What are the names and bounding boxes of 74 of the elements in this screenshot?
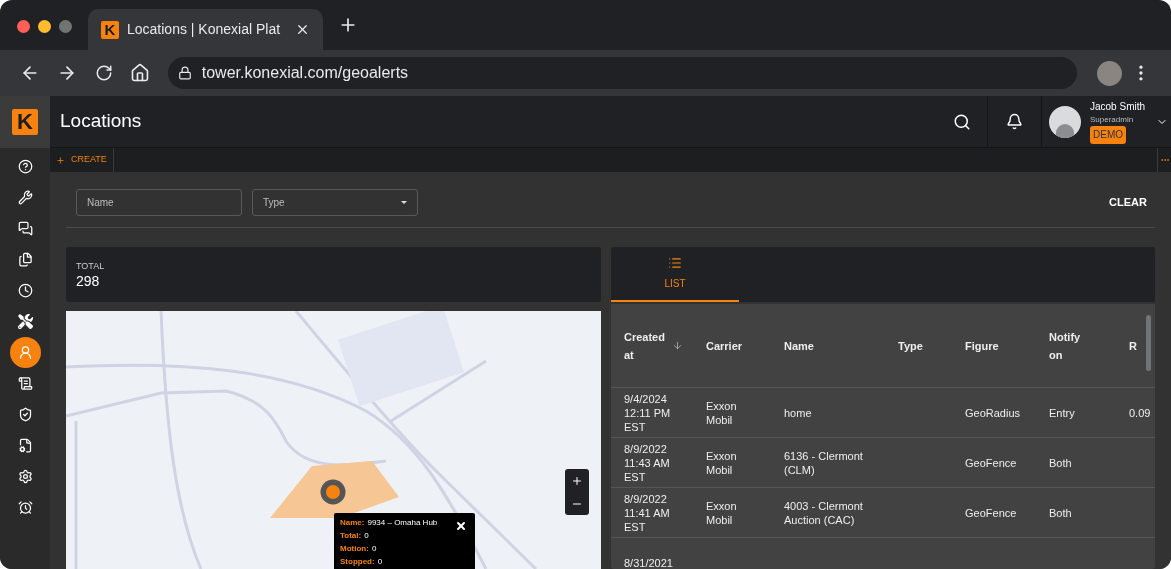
popup-value: 0: [377, 556, 383, 568]
help-icon: [17, 159, 33, 174]
address-bar[interactable]: tower.konexial.com/geoalerts: [167, 57, 1078, 89]
dropdown-caret-icon: [401, 201, 407, 204]
profile-avatar[interactable]: [1097, 60, 1123, 86]
popup-label: Motion:: [340, 543, 369, 555]
popup-label: Total:: [340, 530, 362, 542]
table-cell-text: Both: [1049, 505, 1073, 520]
sort-arrow-icon[interactable]: [672, 340, 683, 351]
notifications-icon[interactable]: [1006, 113, 1023, 130]
user-avatar[interactable]: [1049, 105, 1081, 138]
location-marker-icon: [320, 479, 346, 505]
chat-icon: [17, 221, 33, 236]
zoom-in-icon[interactable]: [571, 474, 583, 487]
table-cell-text: GeoRadius: [965, 405, 1022, 420]
home-icon[interactable]: [129, 63, 150, 83]
table-cell-text: 6136 - Clermont (CLM): [784, 448, 864, 477]
table-cell-text: GeoFence: [965, 505, 1018, 520]
column-header[interactable]: Name: [784, 336, 828, 355]
favicon-logo: K: [101, 20, 119, 39]
column-header[interactable]: Figure: [965, 336, 1009, 355]
tab-title: Locations | Konexial Plat: [127, 20, 281, 39]
popup-value: 0: [371, 543, 377, 555]
browser-tab[interactable]: K Locations | Konexial Plat: [88, 9, 323, 50]
lock-icon: [177, 66, 192, 80]
table-cell-text: GeoFence: [965, 455, 1018, 470]
table-cell-text: 8/31/2021: [624, 555, 674, 569]
sidebar-item[interactable]: [9, 337, 41, 368]
table-cell-text: 4003 - Clermont Auction (CAC): [784, 498, 864, 527]
url-text: tower.konexial.com/geoalerts: [201, 63, 409, 83]
total-label: TOTAL: [76, 259, 106, 272]
column-header[interactable]: Carrier: [706, 336, 750, 355]
demo-badge: DEMO: [1090, 125, 1126, 144]
reload-icon[interactable]: [94, 64, 113, 82]
page-title: Locations: [60, 109, 142, 134]
table-cell-text: Exxon Mobil: [706, 448, 738, 477]
scrollbar-thumb[interactable]: [1146, 315, 1151, 371]
clock-icon: [17, 283, 33, 298]
table-cell-text: 9/4/2024 12:11 PM EST: [624, 391, 672, 434]
list-tab[interactable]: LIST: [611, 247, 739, 302]
search-icon[interactable]: [953, 112, 971, 131]
total-value: 298: [76, 271, 101, 290]
app-logo: K: [12, 109, 38, 135]
user-name: Jacob Smith: [1090, 99, 1147, 114]
table-cell-text: Exxon Mobil: [706, 498, 738, 527]
table-cell-text: 0.09: [1129, 405, 1152, 420]
column-header[interactable]: Created at: [624, 327, 668, 364]
column-header[interactable]: Type: [898, 336, 942, 355]
type-select[interactable]: Type: [252, 189, 418, 216]
plus-icon: [56, 155, 65, 165]
shield-icon: [17, 407, 33, 422]
documents-icon: [17, 252, 33, 267]
table-cell-text: Both: [1049, 455, 1073, 470]
table-cell-text: 8/9/2022 11:41 AM EST: [624, 491, 671, 534]
table-cell-text: Exxon Mobil: [706, 398, 738, 427]
settings-icon: [17, 469, 33, 484]
table-cell-text: home: [784, 405, 813, 420]
file-icon: [17, 438, 33, 453]
clear-button[interactable]: CLEAR: [1109, 194, 1147, 211]
wrench-icon: [17, 190, 33, 205]
column-header[interactable]: R: [1129, 336, 1155, 355]
popup-value: 0: [364, 530, 369, 542]
table-cell-text: 8/9/2022 11:43 AM EST: [624, 441, 671, 484]
table-cell-text: Entry: [1049, 405, 1076, 420]
popup-label: Stopped:: [340, 556, 375, 568]
user-role: Superadmin: [1090, 113, 1135, 126]
name-field[interactable]: Name: [76, 189, 242, 216]
popup-label: Name:: [340, 517, 365, 529]
close-tab-icon[interactable]: [295, 22, 310, 37]
popup-value: 9934 – Omaha Hub: [367, 517, 438, 529]
column-header[interactable]: Notify on: [1049, 327, 1093, 364]
close-icon[interactable]: [455, 520, 467, 532]
tools-icon: [17, 314, 33, 329]
alarm-icon: [17, 500, 33, 515]
